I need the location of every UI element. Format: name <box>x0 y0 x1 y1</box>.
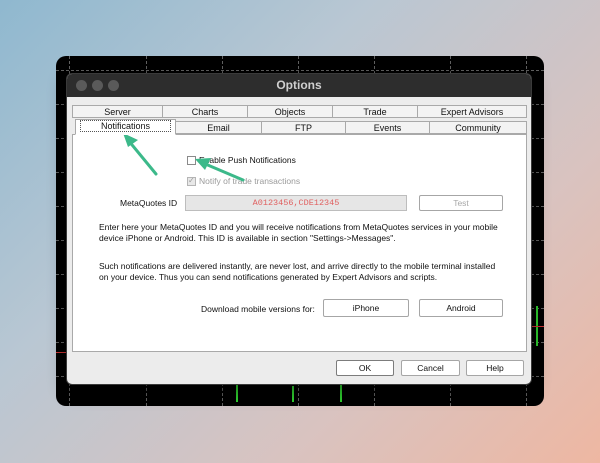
cancel-button[interactable]: Cancel <box>401 360 460 376</box>
grid-line <box>56 70 544 71</box>
notify-trade-label: Notify of trade transactions <box>199 176 301 186</box>
title-bar: Options <box>67 74 531 97</box>
metaquotes-id-label: MetaQuotes ID <box>120 198 178 208</box>
close-window-icon[interactable] <box>76 80 87 91</box>
description-delivery: Such notifications are delivered instant… <box>99 261 496 282</box>
test-button[interactable]: Test <box>419 195 503 211</box>
window-title: Options <box>276 78 322 92</box>
tab-server[interactable]: Server <box>72 105 163 118</box>
help-button[interactable]: Help <box>466 360 524 376</box>
tab-label: Charts <box>191 107 219 117</box>
candle <box>292 386 294 402</box>
android-button[interactable]: Android <box>419 299 503 317</box>
tab-ftp[interactable]: FTP <box>261 121 346 134</box>
enable-push-label: Enable Push Notifications <box>199 155 296 165</box>
minimize-window-icon[interactable] <box>92 80 103 91</box>
iphone-button[interactable]: iPhone <box>323 299 409 317</box>
metaquotes-id-input[interactable]: A0123456,CDE12345 <box>185 195 407 211</box>
tab-community[interactable]: Community <box>429 121 527 134</box>
options-window: Options Server Charts Objects Trade Expe… <box>66 73 532 385</box>
tab-objects[interactable]: Objects <box>247 105 333 118</box>
tab-label: Trade <box>363 107 387 117</box>
indicator-line <box>530 326 544 327</box>
tab-events[interactable]: Events <box>345 121 430 134</box>
enable-push-checkbox[interactable] <box>187 156 196 165</box>
notifications-panel: Enable Push Notifications Notify of trad… <box>72 134 527 352</box>
candle <box>236 384 238 402</box>
download-label: Download mobile versions for: <box>201 304 315 314</box>
description-metaquotes: Enter here your MetaQuotes ID and you wi… <box>99 222 498 243</box>
zoom-window-icon[interactable] <box>108 80 119 91</box>
tab-label: Events <box>373 123 402 133</box>
tab-label: Server <box>104 107 131 117</box>
tab-label: Community <box>455 123 501 133</box>
tab-label: Objects <box>274 107 306 117</box>
tab-email[interactable]: Email <box>175 121 262 134</box>
tab-label: Email <box>207 123 230 133</box>
tab-expert-advisors[interactable]: Expert Advisors <box>417 105 527 118</box>
ok-button[interactable]: OK <box>336 360 394 376</box>
tab-label: FTP <box>295 123 312 133</box>
tab-trade[interactable]: Trade <box>332 105 418 118</box>
notify-trade-checkbox[interactable] <box>187 176 196 186</box>
tab-notifications[interactable]: Notifications <box>75 119 176 135</box>
candle <box>340 382 342 402</box>
tab-charts[interactable]: Charts <box>162 105 248 118</box>
tab-label: Expert Advisors <box>440 107 504 117</box>
tab-label: Notifications <box>79 120 172 132</box>
